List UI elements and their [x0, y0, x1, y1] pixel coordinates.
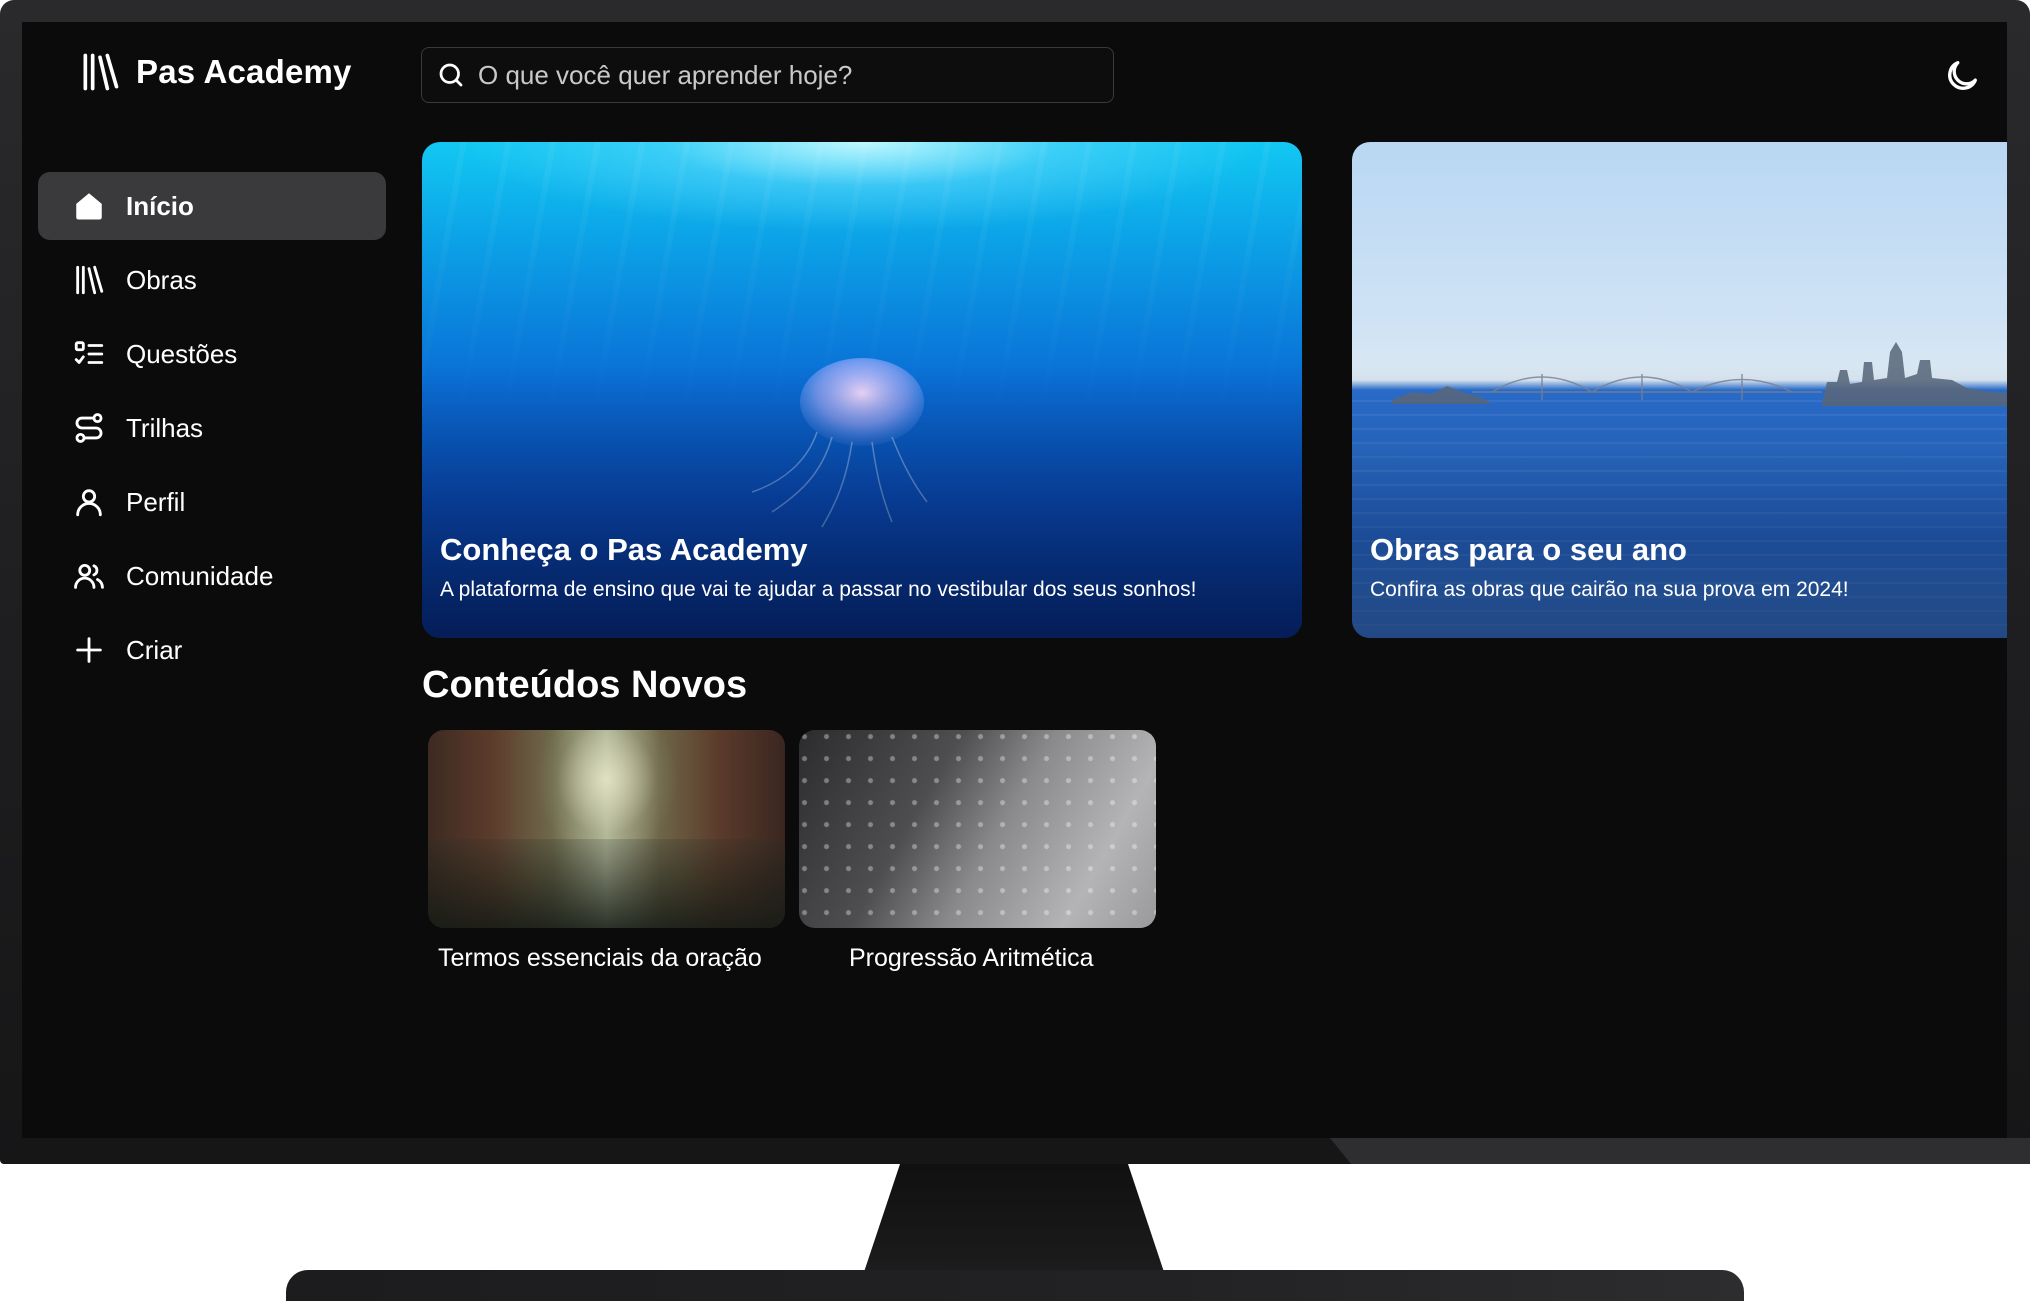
sidebar-item-label: Perfil — [126, 486, 186, 517]
brand[interactable]: Pas Academy — [78, 50, 352, 94]
section-title: Conteúdos Novos — [422, 664, 748, 706]
card-label: Progressão Aritmética — [849, 944, 1094, 972]
hero-title: Obras para o seu ano — [1370, 532, 1687, 567]
monitor-stand-neck — [864, 1164, 1164, 1272]
user-icon — [72, 485, 106, 519]
route-icon — [72, 411, 106, 445]
hero-text: Conheça o Pas Academy A plataforma de en… — [440, 532, 1196, 602]
sidebar-item-label: Obras — [126, 264, 197, 295]
sidebar-item-perfil[interactable]: Perfil — [38, 468, 386, 536]
sidebar-item-obras[interactable]: Obras — [38, 246, 386, 314]
search-bar[interactable] — [421, 47, 1114, 103]
sidebar-item-questoes[interactable]: Questões — [38, 320, 386, 388]
theme-toggle-button[interactable] — [1942, 56, 1982, 96]
monitor-stand-base — [286, 1270, 1744, 1301]
moon-icon — [1948, 61, 1977, 90]
sidebar-item-label: Criar — [126, 634, 183, 665]
sidebar-item-label: Trilhas — [126, 412, 204, 443]
screen: Pas Academy Início Obras Que — [22, 22, 2007, 1138]
content-card-termos[interactable]: Termos essenciais da oração — [428, 730, 785, 973]
card-thumbnail — [799, 730, 1156, 928]
search-input[interactable] — [478, 59, 1099, 91]
users-icon — [72, 559, 106, 593]
list-check-icon — [72, 337, 106, 371]
sidebar-item-inicio[interactable]: Início — [38, 172, 386, 240]
sidebar-item-label: Comunidade — [126, 560, 274, 591]
sidebar: Início Obras Questões Trilhas Perfil Com… — [38, 172, 386, 690]
sidebar-item-label: Início — [126, 190, 194, 221]
home-icon — [72, 189, 106, 223]
card-thumbnail — [428, 730, 785, 928]
hero-subtitle: Confira as obras que cairão na sua prova… — [1370, 578, 1849, 601]
hero-subtitle: A plataforma de ensino que vai te ajudar… — [440, 578, 1197, 601]
plus-icon — [72, 633, 106, 667]
sidebar-item-comunidade[interactable]: Comunidade — [38, 542, 386, 610]
hero-title: Conheça o Pas Academy — [440, 532, 808, 567]
books-icon — [72, 263, 106, 297]
hero-card-conheca[interactable]: Conheça o Pas Academy A plataforma de en… — [422, 142, 1302, 638]
app-name: Pas Academy — [136, 53, 352, 90]
hero-text: Obras para o seu ano Confira as obras qu… — [1370, 532, 1849, 602]
hero-card-obras[interactable]: Obras para o seu ano Confira as obras qu… — [1352, 142, 2007, 638]
search-icon — [436, 60, 466, 90]
card-label: Termos essenciais da oração — [438, 944, 762, 972]
content-card-progressao[interactable]: Progressão Aritmética — [799, 730, 1156, 973]
sidebar-item-criar[interactable]: Criar — [38, 616, 386, 684]
sidebar-item-label: Questões — [126, 338, 238, 369]
logo-books-icon — [83, 53, 119, 91]
sidebar-item-trilhas[interactable]: Trilhas — [38, 394, 386, 462]
